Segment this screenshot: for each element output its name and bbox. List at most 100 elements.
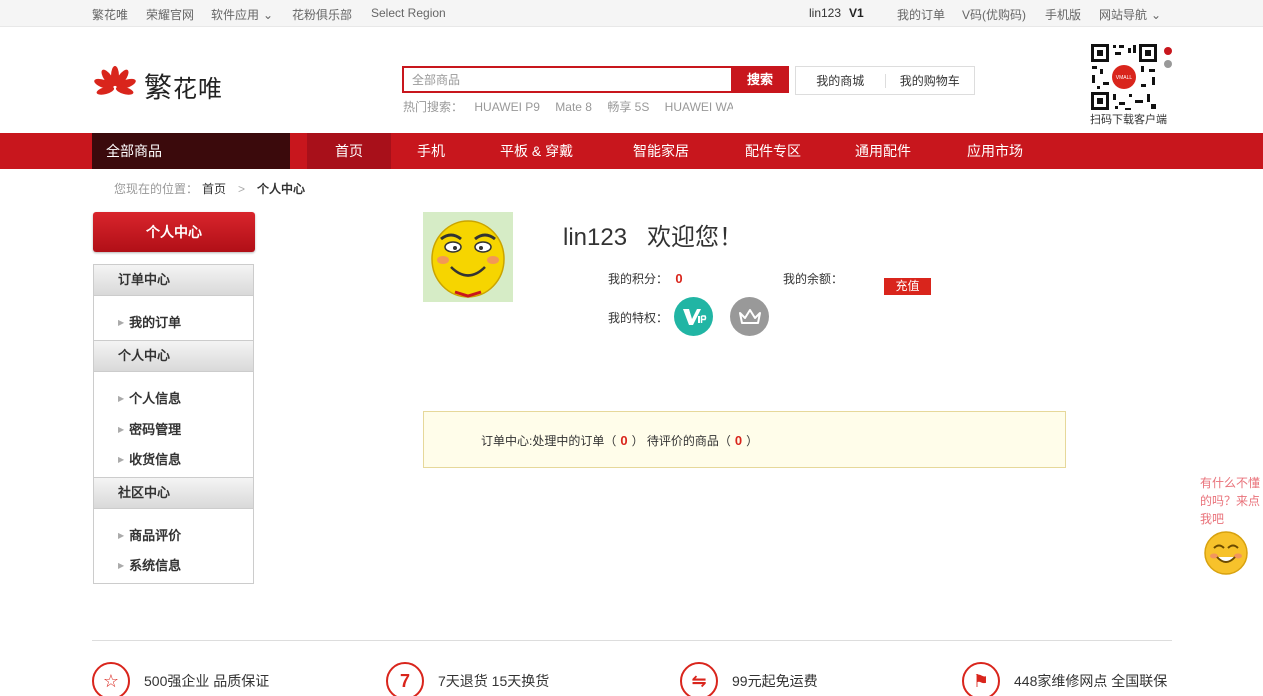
carousel-dot[interactable] xyxy=(1164,60,1172,68)
profile-username: lin123 xyxy=(563,224,628,251)
qr-label: 扫码下载客户端 xyxy=(1090,114,1167,126)
sidebar-section-orders[interactable]: 订单中心 xyxy=(94,264,253,296)
topbar-link-orders[interactable]: 我的订单 xyxy=(897,6,945,23)
help-prompt[interactable]: 有什么不懂的吗？来点我吧 xyxy=(1200,474,1263,528)
avatar[interactable] xyxy=(423,212,513,302)
triangle-right-icon: ▶ xyxy=(118,561,125,570)
crown-icon xyxy=(738,308,761,324)
sidebar-item-label: 系统信息 xyxy=(129,558,182,573)
topbar-link-region[interactable]: Select Region xyxy=(371,6,446,20)
topbar-link-club[interactable]: 花粉俱乐部 xyxy=(292,6,352,23)
helper-smiley-icon[interactable] xyxy=(1203,530,1249,576)
my-cart-link[interactable]: 我的购物车 xyxy=(886,72,975,89)
vip-level-badge: V1 xyxy=(849,6,864,20)
hot-search: 热门搜索： HUAWEI P9 Mate 8 畅享 5S HUAWEI WATC… xyxy=(403,98,733,115)
smiley-face-icon xyxy=(423,212,513,302)
sidebar-header[interactable]: 个人中心 xyxy=(93,212,255,252)
logo-text-big: 繁 xyxy=(144,71,174,104)
topbar-link-mobile[interactable]: 手机版 xyxy=(1045,6,1081,23)
to-review-count[interactable]: 0 xyxy=(735,433,742,448)
breadcrumb: 您现在的位置： 首页 > 个人中心 xyxy=(114,180,305,197)
topbar-link-home[interactable]: 繁花唯 xyxy=(92,6,128,23)
shipping-icon: ⇋ xyxy=(680,662,718,696)
sidebar-item-personal-info[interactable]: ▶ 个人信息 xyxy=(118,388,181,407)
order-summary-suffix: ） xyxy=(746,434,759,448)
order-summary: 订单中心:处理中的订单（ 0） 待评价的商品（ 0） xyxy=(423,411,1066,468)
triangle-right-icon: ▶ xyxy=(118,394,125,403)
sidebar-item-label: 密码管理 xyxy=(129,422,182,437)
logo-text: 繁花唯 xyxy=(144,66,223,106)
search-input[interactable] xyxy=(404,68,732,91)
welcome-text: 欢迎您！ xyxy=(647,224,744,251)
feature-text: 448家维修网点 全国联保 xyxy=(1014,673,1168,689)
nav-item-home[interactable]: 首页 xyxy=(307,133,391,169)
qr-code-icon[interactable]: VMALL xyxy=(1089,42,1159,112)
crown-privilege-icon[interactable] xyxy=(730,297,769,336)
sidebar-item-system-info[interactable]: ▶ 系统信息 xyxy=(118,555,181,574)
mall-cart-box: 我的商城 我的购物车 xyxy=(795,66,975,95)
search-button[interactable]: 搜索 xyxy=(731,66,789,93)
sidebar-item-reviews[interactable]: ▶ 商品评价 xyxy=(118,525,181,544)
carousel-dot-active[interactable] xyxy=(1164,47,1172,55)
my-mall-link[interactable]: 我的商城 xyxy=(796,72,885,89)
topbar-link-apps[interactable]: 软件应用 ⌄ xyxy=(211,6,273,23)
topbar-username[interactable]: lin123 xyxy=(809,6,841,20)
vip-privilege-icon[interactable] xyxy=(674,297,713,336)
sidebar-panel: 订单中心 ▶ 我的订单 个人中心 ▶ 个人信息 ▶ 密码管理 ▶ 收货信息 社区中心 ▶… xyxy=(93,264,254,584)
main-nav: 全部商品 首页 手机 平板 & 穿戴 智能家居 配件专区 通用配件 应用市场 xyxy=(0,133,1263,169)
recharge-button[interactable]: 充值 xyxy=(884,278,931,295)
triangle-right-icon: ▶ xyxy=(118,318,125,327)
nav-item-smart-home[interactable]: 智能家居 xyxy=(633,133,689,169)
feature-text: 500强企业 品质保证 xyxy=(144,673,270,689)
site-logo[interactable]: 繁花唯 xyxy=(92,66,223,106)
hot-search-term[interactable]: HUAWEI P9 xyxy=(474,100,540,114)
nav-item-tablet-wear[interactable]: 平板 & 穿戴 xyxy=(500,133,573,169)
nav-item-accessories[interactable]: 配件专区 xyxy=(745,133,801,169)
star-icon: ☆ xyxy=(92,662,130,696)
topbar-link-honor[interactable]: 荣耀官网 xyxy=(146,6,194,23)
sidebar-item-label: 个人信息 xyxy=(129,391,182,406)
top-bar: 繁花唯 荣耀官网 软件应用 ⌄ 花粉俱乐部 Select Region lin12… xyxy=(0,0,1263,27)
search-box xyxy=(402,66,732,93)
footer-divider xyxy=(92,640,1172,641)
footer-feature-shipping: ⇋ 99元起免运费 xyxy=(680,662,818,696)
all-goods-menu[interactable]: 全部商品 xyxy=(92,133,290,169)
topbar-link-vcode[interactable]: V码(优购码) xyxy=(962,6,1026,23)
points-row: 我的积分： 0 xyxy=(608,270,683,287)
hot-search-term[interactable]: Mate 8 xyxy=(555,100,592,114)
footer-feature-quality: ☆ 500强企业 品质保证 xyxy=(92,662,269,696)
hot-search-term[interactable]: HUAWEI WATCH xyxy=(665,100,733,114)
chevron-down-icon: ⌄ xyxy=(263,8,274,22)
nav-item-phone[interactable]: 手机 xyxy=(417,133,445,169)
sidebar-item-my-orders[interactable]: ▶ 我的订单 xyxy=(118,312,181,331)
triangle-right-icon: ▶ xyxy=(118,531,125,540)
nav-item-app-market[interactable]: 应用市场 xyxy=(967,133,1023,169)
points-value: 0 xyxy=(675,271,683,286)
sidebar-item-password[interactable]: ▶ 密码管理 xyxy=(118,419,181,438)
nav-item-general-accessories[interactable]: 通用配件 xyxy=(855,133,911,169)
processing-orders-count[interactable]: 0 xyxy=(620,433,627,448)
logo-text-small: 花唯 xyxy=(173,75,224,103)
sidebar-section-personal[interactable]: 个人中心 xyxy=(94,340,253,372)
hot-search-label: 热门搜索： xyxy=(403,100,464,114)
sidebar-section-community[interactable]: 社区中心 xyxy=(94,477,253,509)
feature-text: 7天退货 15天换货 xyxy=(438,673,550,689)
topbar-link-sitemap[interactable]: 网站导航 ⌄ xyxy=(1099,6,1161,23)
hot-search-term[interactable]: 畅享 5S xyxy=(607,100,649,114)
seven-day-icon: 7 xyxy=(386,662,424,696)
breadcrumb-home[interactable]: 首页 xyxy=(202,182,226,196)
breadcrumb-prefix: 您现在的位置： xyxy=(114,182,199,196)
chevron-right-icon: > xyxy=(238,182,246,196)
triangle-right-icon: ▶ xyxy=(118,425,125,434)
topbar-link-apps-label: 软件应用 xyxy=(211,8,260,22)
vip-badge-icon xyxy=(682,308,706,325)
order-summary-prefix: 订单中心:处理中的订单（ xyxy=(481,434,617,448)
points-label: 我的积分： xyxy=(608,272,669,286)
balance-label: 我的余额： xyxy=(783,272,844,286)
topbar-link-sitemap-label: 网站导航 xyxy=(1099,8,1148,22)
sidebar-item-address[interactable]: ▶ 收货信息 xyxy=(118,449,181,468)
flower-logo-icon xyxy=(94,66,136,95)
welcome-message: lin123 欢迎您！ xyxy=(563,217,743,252)
qr-badge: VMALL xyxy=(1116,75,1133,81)
privilege-label: 我的特权： xyxy=(608,311,669,325)
